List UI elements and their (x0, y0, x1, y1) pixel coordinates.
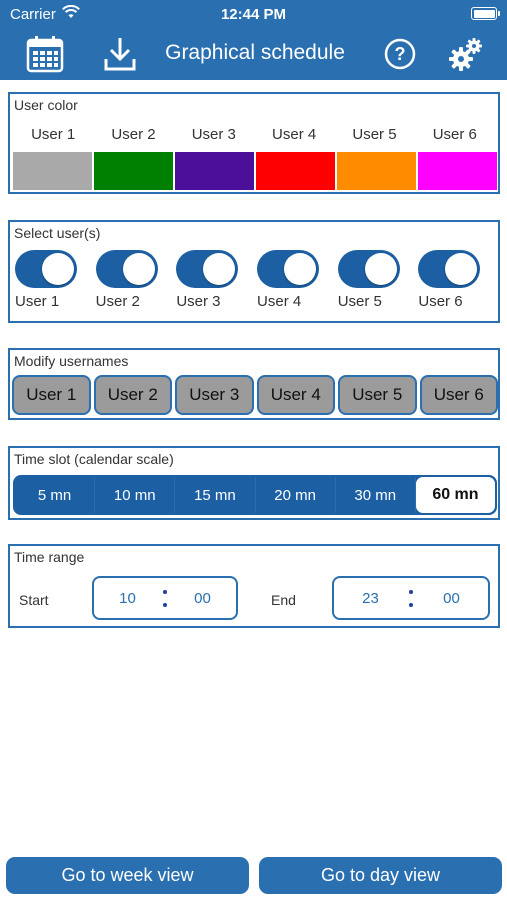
color-label-user-2: User 2 (111, 126, 156, 143)
user-6-toggle[interactable] (418, 250, 481, 288)
week-view-button[interactable]: Go to week view (6, 857, 249, 894)
toggle-knob (122, 253, 155, 285)
toggle-label-user-1: User 1 (15, 293, 60, 310)
toggle-cell-user-6: User 6 (416, 250, 497, 310)
segment-5-mn[interactable]: 5 mn (15, 477, 96, 513)
svg-text:?: ? (395, 44, 406, 64)
toggle-knob (42, 253, 74, 285)
color-label-user-6: User 6 (432, 126, 477, 143)
day-view-button[interactable]: Go to day view (259, 857, 502, 894)
help-icon[interactable]: ? (380, 34, 420, 74)
user-3-toggle[interactable] (176, 250, 239, 288)
select-users-title: Select user(s) (14, 225, 101, 241)
time-slot-panel: Time slot (calendar scale) 5 mn 10 mn 15… (8, 446, 500, 520)
toggle-cell-user-3: User 3 (174, 250, 255, 310)
color-label-user-4: User 4 (272, 126, 317, 143)
username-button-user-4[interactable]: User 4 (256, 375, 335, 415)
color-label-user-3: User 3 (191, 126, 236, 143)
time-separator (407, 589, 415, 607)
start-time-picker: 10 00 (92, 576, 238, 620)
page-title: Graphical schedule (165, 41, 345, 64)
user-5-toggle[interactable] (337, 250, 400, 288)
color-swatch-user-6[interactable] (418, 152, 497, 190)
toggle-label-user-5: User 5 (337, 293, 382, 310)
user-color-labels: User 1 User 2 User 3 User 4 User 5 User … (13, 126, 495, 143)
color-label-user-1: User 1 (31, 126, 76, 143)
color-swatch-user-4[interactable] (256, 152, 335, 190)
username-button-user-3[interactable]: User 3 (175, 375, 254, 415)
toggle-knob (203, 253, 236, 285)
segment-15-mn[interactable]: 15 mn (175, 477, 256, 513)
toggle-cell-user-5: User 5 (336, 250, 417, 310)
segment-10-mn[interactable]: 10 mn (95, 477, 176, 513)
nav-bar: Graphical schedule ? (0, 28, 507, 80)
user-2-toggle[interactable] (95, 250, 158, 288)
download-icon[interactable] (100, 34, 140, 74)
time-slot-segmented-control: 5 mn 10 mn 15 mn 20 mn 30 mn 60 mn (13, 475, 497, 515)
color-swatch-user-5[interactable] (337, 152, 416, 190)
toggle-cell-user-2: User 2 (94, 250, 175, 310)
username-button-user-5[interactable]: User 5 (338, 375, 417, 415)
user-4-toggle[interactable] (257, 250, 320, 288)
toggle-cell-user-1: User 1 (13, 250, 94, 310)
color-swatch-user-2[interactable] (94, 152, 173, 190)
color-label-user-5: User 5 (352, 126, 397, 143)
time-range-title: Time range (14, 549, 85, 565)
user-1-toggle[interactable] (15, 250, 77, 288)
status-bar: Carrier 12:44 PM (0, 0, 507, 28)
toggle-knob (284, 253, 317, 285)
user-color-title: User color (14, 97, 78, 113)
modify-usernames-panel: Modify usernames User 1 User 2 User 3 Us… (8, 348, 500, 420)
end-minute-field[interactable]: 00 (415, 590, 488, 607)
end-label: End (271, 592, 296, 608)
toggle-knob (364, 253, 397, 285)
user-toggles: User 1 User 2 User 3 User 4 User 5 User … (13, 250, 497, 310)
start-minute-field[interactable]: 00 (169, 590, 236, 607)
username-buttons: User 1 User 2 User 3 User 4 User 5 User … (12, 375, 498, 415)
user-color-panel: User color User 1 User 2 User 3 User 4 U… (8, 92, 500, 194)
time-slot-title: Time slot (calendar scale) (14, 451, 174, 467)
toggle-knob (445, 253, 478, 285)
toggle-cell-user-4: User 4 (255, 250, 336, 310)
color-swatches (13, 152, 497, 190)
calendar-icon[interactable] (25, 34, 65, 74)
color-swatch-user-3[interactable] (175, 152, 254, 190)
segment-60-mn[interactable]: 60 mn (415, 477, 496, 513)
settings-gears-icon[interactable] (446, 34, 486, 74)
color-swatch-user-1[interactable] (13, 152, 92, 190)
start-label: Start (19, 592, 49, 608)
time-separator (161, 589, 169, 607)
battery-icon (471, 7, 500, 20)
end-time-picker: 23 00 (332, 576, 490, 620)
start-hour-field[interactable]: 10 (94, 590, 161, 607)
segment-20-mn[interactable]: 20 mn (256, 477, 336, 513)
select-users-panel: Select user(s) User 1 User 2 User 3 User… (8, 220, 500, 323)
time-range-panel: Time range Start 10 00 End 23 00 (8, 544, 500, 628)
end-hour-field[interactable]: 23 (334, 590, 407, 607)
toggle-label-user-3: User 3 (176, 293, 221, 310)
username-button-user-2[interactable]: User 2 (93, 375, 172, 415)
toggle-label-user-2: User 2 (95, 293, 140, 310)
toggle-label-user-6: User 6 (418, 293, 463, 310)
username-button-user-1[interactable]: User 1 (12, 375, 91, 415)
status-time: 12:44 PM (220, 6, 287, 23)
segment-30-mn[interactable]: 30 mn (336, 477, 416, 513)
username-button-user-6[interactable]: User 6 (419, 375, 498, 415)
toggle-label-user-4: User 4 (257, 293, 302, 310)
modify-usernames-title: Modify usernames (14, 353, 129, 369)
